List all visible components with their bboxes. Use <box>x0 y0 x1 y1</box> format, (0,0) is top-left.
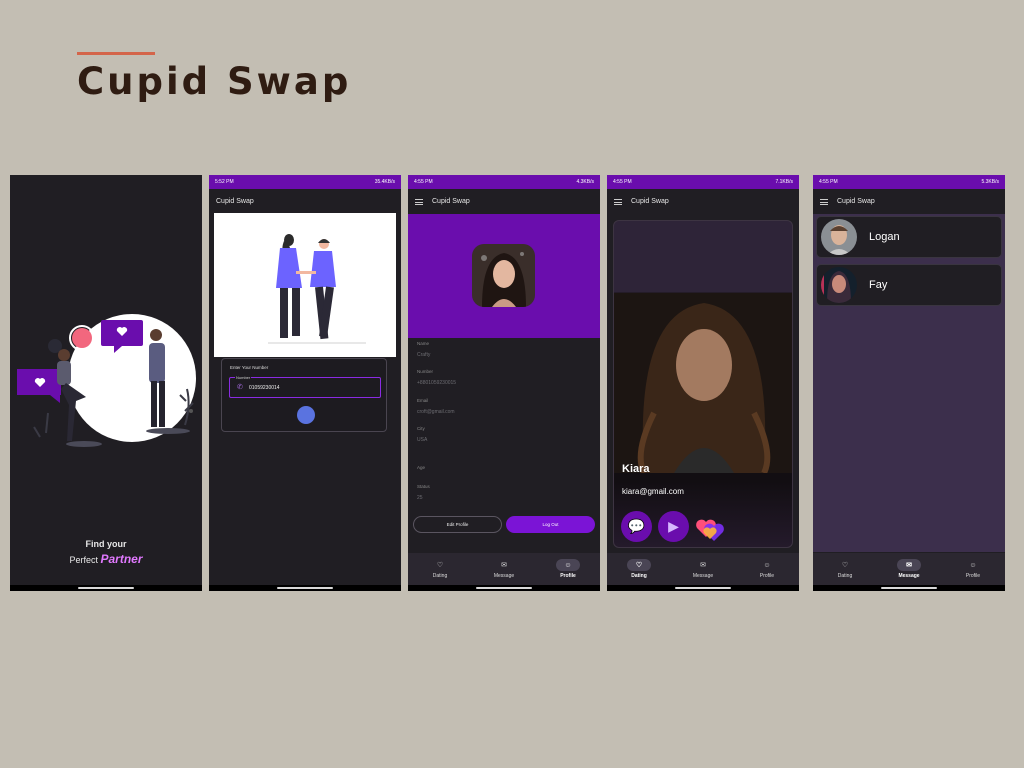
status-time: 5:52 PM <box>215 179 234 185</box>
phone-number-card: Enter Your Number Number ✆ 01059230014 <box>221 358 387 432</box>
nav-dating[interactable]: ♡ Dating <box>410 559 470 579</box>
status-bar: 4:55 PM 5.3KB/s <box>813 175 1005 189</box>
title-accent-line <box>77 52 155 55</box>
tagline-line2: Perfect <box>69 555 98 565</box>
contact-name: Logan <box>869 231 900 243</box>
card-label: Enter Your Number <box>230 365 269 370</box>
profile-banner <box>408 214 600 338</box>
nav-profile[interactable]: ☺ Profile <box>538 559 598 579</box>
message-icon: ✉ <box>897 559 921 571</box>
nav-message[interactable]: ✉ Message <box>474 559 534 579</box>
home-indicator <box>209 585 401 591</box>
chat-list-item[interactable]: Fay <box>816 264 1002 306</box>
status-network: 4.3KB/s <box>576 179 594 185</box>
hearts-icon[interactable] <box>694 513 728 543</box>
messages-screen: 4:55 PM 5.3KB/s Cupid Swap Logan Fay ♡ Da… <box>813 175 1005 591</box>
profile-field-age: Age <box>417 465 426 470</box>
app-bar: Cupid Swap <box>209 189 401 214</box>
bottom-nav: ♡ Dating ✉ Message ☺ Profile <box>607 553 799 585</box>
app-bar: Cupid Swap <box>408 189 600 214</box>
app-bar-title: Cupid Swap <box>837 198 875 205</box>
edit-profile-button[interactable]: Edit Profile <box>413 516 502 533</box>
message-icon: ✉ <box>700 562 706 569</box>
status-time: 4:55 PM <box>613 179 632 185</box>
app-bar: Cupid Swap <box>607 189 799 214</box>
status-network: 35.4KB/s <box>374 179 395 185</box>
nav-profile[interactable]: ☺ Profile <box>943 559 1003 580</box>
profile-icon: ☺ <box>556 559 580 571</box>
nav-dating[interactable]: ♡ Dating <box>815 559 875 579</box>
bottom-nav: ♡ Dating ✉ Message ☺ Profile <box>813 553 1005 585</box>
app-bar-title: Cupid Swap <box>631 198 669 205</box>
match-email: kiara@gmail.com <box>622 487 684 496</box>
logout-button[interactable]: Log Out <box>506 516 595 533</box>
app-bar-title: Cupid Swap <box>432 198 470 205</box>
status-time: 4:55 PM <box>414 179 433 185</box>
status-bar: 4:55 PM 7.1KB/s <box>607 175 799 189</box>
nav-message[interactable]: ✉ Message <box>879 559 939 579</box>
dating-icon: ♡ <box>627 559 651 571</box>
menu-icon[interactable] <box>820 198 828 205</box>
match-name: Kiara <box>622 463 650 475</box>
phone-icon: ✆ <box>237 384 243 391</box>
page-title: Cupid Swap <box>77 60 352 103</box>
profile-field-number: Number +8801059230015 <box>417 369 457 386</box>
menu-icon[interactable] <box>415 198 423 205</box>
home-indicator <box>607 585 799 591</box>
tagline-line1: Find your <box>85 539 127 549</box>
chat-bubble-icon[interactable]: 💬 <box>621 511 652 542</box>
profile-screen: 4:55 PM 4.3KB/s Cupid Swap Name Crafty Nu… <box>408 175 600 591</box>
dating-icon: ♡ <box>436 562 444 569</box>
app-bar-title: Cupid Swap <box>216 198 254 205</box>
menu-icon[interactable] <box>614 198 622 205</box>
status-network: 5.3KB/s <box>981 179 999 185</box>
video-call-icon[interactable]: ▶ <box>658 511 689 542</box>
profile-field-name: Name Crafty <box>417 341 431 358</box>
profile-icon: ☺ <box>763 561 771 569</box>
profile-field-status: Status 25 <box>417 484 430 501</box>
profile-icon: ☺ <box>969 561 977 569</box>
contact-avatar <box>821 219 857 255</box>
app-bar: Cupid Swap <box>813 189 1005 214</box>
status-bar: 5:52 PM 35.4KB/s <box>209 175 401 189</box>
message-icon: ✉ <box>501 562 507 569</box>
match-card[interactable]: Kiara kiara@gmail.com 💬 ▶ <box>613 220 793 548</box>
contact-name: Fay <box>869 279 888 291</box>
dating-icon: ♡ <box>841 562 849 569</box>
home-indicator <box>10 585 202 591</box>
bottom-nav: ♡ Dating ✉ Message ☺ Profile <box>408 553 600 585</box>
home-indicator <box>813 585 1005 591</box>
nav-dating[interactable]: ♡ Dating <box>609 559 669 579</box>
dating-screen: 4:55 PM 7.1KB/s Cupid Swap Kiara kiara@g… <box>607 175 799 591</box>
nav-profile[interactable]: ☺ Profile <box>737 559 797 580</box>
couple-illustration <box>214 213 396 357</box>
profile-field-city: City USA <box>417 426 428 443</box>
profile-avatar[interactable] <box>472 244 535 307</box>
status-network: 7.1KB/s <box>775 179 793 185</box>
splash-screen: Find your Perfect Partner <box>10 175 202 591</box>
login-screen: 5:52 PM 35.4KB/s Cupid Swap Enter Your N… <box>209 175 401 591</box>
tagline-highlight: Partner <box>100 552 143 566</box>
status-time: 4:55 PM <box>819 179 838 185</box>
chat-list-item[interactable]: Logan <box>816 216 1002 258</box>
splash-tagline: Find your Perfect Partner <box>10 537 202 568</box>
match-photo <box>614 293 792 473</box>
submit-button[interactable] <box>297 406 315 424</box>
nav-message[interactable]: ✉ Message <box>673 559 733 579</box>
phone-number-input[interactable]: Number ✆ 01059230014 <box>229 375 381 398</box>
home-indicator <box>408 585 600 591</box>
input-value: 01059230014 <box>249 385 280 391</box>
status-bar: 4:55 PM 4.3KB/s <box>408 175 600 189</box>
contact-avatar <box>821 267 857 303</box>
input-label: Number <box>235 375 252 380</box>
splash-illustration <box>17 314 196 447</box>
profile-field-email: Email croft@gmail.com <box>417 398 455 415</box>
